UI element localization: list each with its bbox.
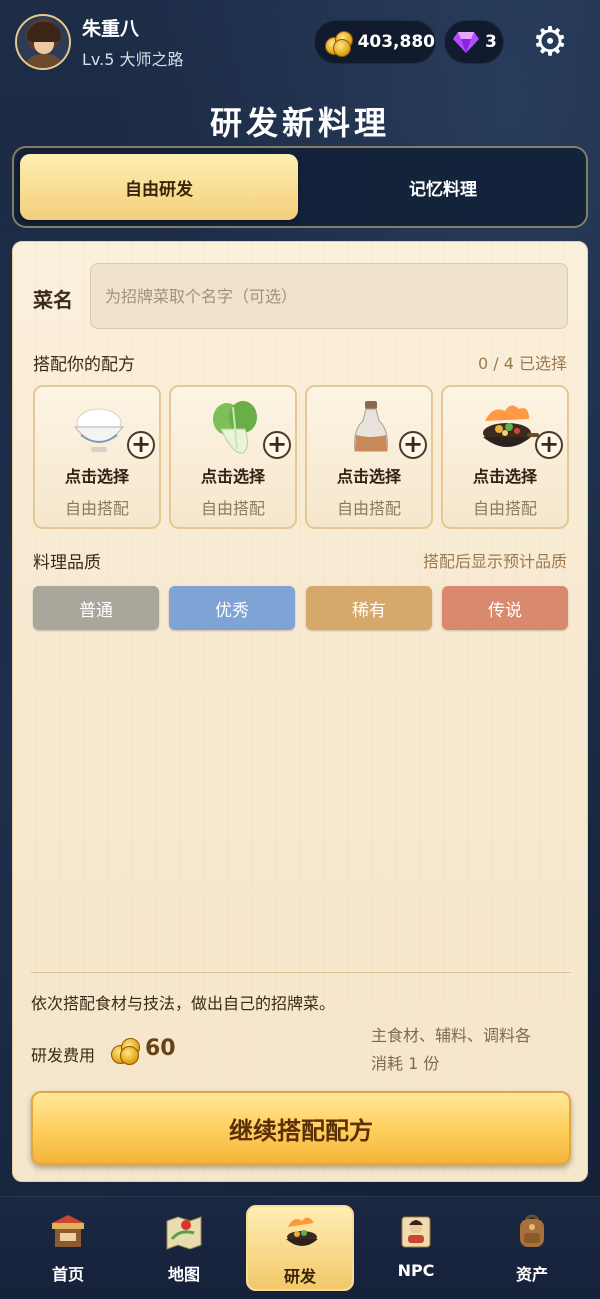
slot-action: 点击选择	[472, 467, 537, 486]
player-avatar[interactable]	[15, 14, 71, 70]
ingredient-slot[interactable]: + 点击选择 自由搭配	[305, 385, 433, 529]
dish-name-label: 菜名	[33, 288, 73, 312]
settings-gear-icon[interactable]: ⚙	[530, 22, 570, 62]
tab-free-research[interactable]: 自由研发	[20, 154, 298, 220]
research-panel: 菜名 搭配你的配方 0 / 4 已选择 + 点击选择 自由搭配 + 点击选择	[12, 241, 588, 1182]
tab-memory-cuisine[interactable]: 记忆料理	[304, 154, 582, 220]
mode-tabs: 自由研发 记忆料理	[12, 146, 588, 228]
nav-label: NPC	[397, 1261, 435, 1280]
wok-icon	[286, 1217, 318, 1246]
shop-stall-icon	[52, 1215, 84, 1247]
nav-map[interactable]: 地图	[130, 1205, 238, 1291]
slot-action: 点击选择	[336, 467, 401, 486]
slot-hint: 自由搭配	[472, 499, 537, 518]
bottom-nav: 首页 地图 研发 NPC 资产	[0, 1196, 600, 1299]
map-icon	[166, 1216, 202, 1250]
quality-label: 料理品质	[33, 553, 101, 573]
gem-amount: 3	[485, 32, 497, 52]
recipe-selected-count: 0 / 4 已选择	[477, 354, 567, 373]
nav-label: 首页	[51, 1265, 84, 1284]
nav-label: 研发	[283, 1267, 316, 1286]
nav-label: 资产	[515, 1265, 548, 1284]
continue-recipe-button[interactable]: 继续搭配配方	[31, 1091, 571, 1165]
add-icon: +	[127, 431, 155, 459]
gold-counter[interactable]: 403,880	[314, 20, 436, 64]
slot-hint: 自由搭配	[200, 499, 265, 518]
sauce-bottle-icon	[354, 401, 388, 452]
page-title: 研发新料理	[209, 104, 390, 142]
player-name: 朱重八	[82, 18, 140, 40]
quality-legendary: 传说	[442, 586, 568, 630]
gold-coin-icon	[323, 29, 353, 57]
quality-common: 普通	[33, 586, 159, 630]
nav-home[interactable]: 首页	[14, 1205, 122, 1291]
npc-scroll-icon	[401, 1216, 431, 1248]
quality-excellent: 优秀	[169, 586, 295, 630]
bok-choy-icon	[213, 401, 257, 454]
add-icon: +	[399, 431, 427, 459]
recipe-label: 搭配你的配方	[33, 355, 135, 375]
recipe-slots: + 点击选择 自由搭配 + 点击选择 自由搭配 + 点击选择 自由搭配 + 点击…	[33, 385, 569, 529]
dish-name-input[interactable]	[90, 263, 568, 329]
add-icon: +	[535, 431, 563, 459]
gem-icon	[453, 32, 479, 53]
top-bar: 朱重八 Lv.5 大师之路 403,880 3 ⚙	[0, 0, 600, 84]
slot-hint: 自由搭配	[64, 499, 129, 518]
divider	[31, 972, 571, 973]
cost-note: 主食材、辅料、调料各	[371, 1026, 532, 1045]
slot-action: 点击选择	[64, 467, 129, 486]
slot-action: 点击选择	[200, 467, 265, 486]
gold-coin-icon	[109, 1036, 141, 1065]
quality-rare: 稀有	[306, 586, 432, 630]
nav-assets[interactable]: 资产	[478, 1205, 586, 1291]
gem-counter[interactable]: 3	[444, 20, 504, 64]
wok-stirfry-icon	[483, 405, 539, 447]
slot-hint: 自由搭配	[336, 499, 401, 518]
player-level: Lv.5 大师之路	[82, 50, 184, 69]
cost-value: 60	[145, 1036, 176, 1061]
nav-npc[interactable]: NPC	[362, 1205, 470, 1291]
rice-bowl-icon	[73, 408, 125, 452]
ingredient-slot[interactable]: + 点击选择 自由搭配	[169, 385, 297, 529]
cost-label: 研发费用	[31, 1046, 96, 1065]
cost-note: 消耗 1 份	[371, 1054, 440, 1073]
nav-research[interactable]: 研发	[246, 1205, 354, 1291]
add-icon: +	[263, 431, 291, 459]
gold-amount: 403,880	[357, 32, 435, 52]
nav-label: 地图	[167, 1265, 200, 1284]
research-description: 依次搭配食材与技法，做出自己的招牌菜。	[31, 994, 336, 1013]
backpack-icon	[520, 1214, 544, 1247]
quality-hint: 搭配后显示预计品质	[422, 552, 567, 571]
ingredient-slot[interactable]: + 点击选择 自由搭配	[33, 385, 161, 529]
ingredient-slot[interactable]: + 点击选择 自由搭配	[441, 385, 569, 529]
